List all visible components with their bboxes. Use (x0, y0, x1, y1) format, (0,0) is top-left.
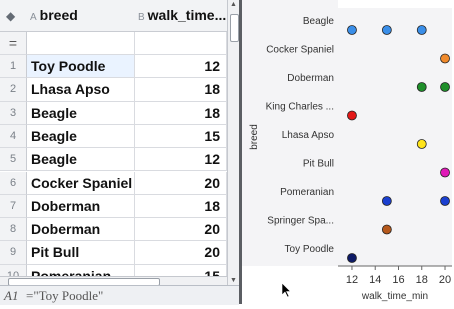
breed-cell[interactable]: Beagle (27, 148, 135, 172)
row-number[interactable]: 6 (0, 171, 27, 195)
category-label: King Charles ... (266, 102, 334, 113)
formula-cell-a[interactable] (27, 32, 135, 55)
x-tick-label: 16 (392, 274, 404, 286)
category-label: Pit Bull (303, 159, 334, 170)
formula-row-marker: = (0, 32, 27, 55)
x-tick-label: 18 (416, 274, 428, 286)
spreadsheet[interactable]: ◆ Abreed Bwalk_time... = 1 Toy Poodle 12 2 L… (0, 0, 228, 285)
sheet-corner[interactable]: ◆ (0, 0, 28, 32)
data-point (440, 53, 450, 64)
x-axis-label: walk_time_min (361, 291, 428, 302)
row-number[interactable]: 9 (0, 241, 27, 265)
breed-cell[interactable]: Beagle (27, 124, 135, 149)
data-point (381, 25, 392, 35)
data-point (381, 224, 392, 235)
walk-time-cell[interactable]: 12 (135, 148, 227, 172)
dot-plot[interactable]: Beagle Cocker Spaniel Doberman King Charles… (242, 0, 454, 304)
row-number[interactable]: 1 (0, 55, 27, 79)
category-label: Doberman (287, 73, 334, 84)
walk-time-cell[interactable]: 18 (135, 78, 227, 102)
walk-time-cell[interactable]: 20 (135, 171, 227, 195)
data-point (347, 25, 357, 35)
breed-cell[interactable]: Toy Poodle (27, 55, 135, 79)
breed-cell[interactable]: Doberman (27, 218, 135, 242)
column-header-a[interactable]: Abreed (27, 0, 136, 32)
row-number[interactable]: 5 (0, 148, 27, 172)
x-tick-label: 14 (369, 274, 381, 286)
cell-reference: A1 (4, 288, 19, 303)
category-label: Cocker Spaniel (266, 45, 334, 56)
plot-area (338, 8, 452, 266)
walk-time-cell[interactable]: 12 (135, 55, 227, 79)
column-header-b[interactable]: Bwalk_time... (135, 0, 227, 32)
data-point (440, 82, 450, 92)
mouse-pointer-icon (281, 282, 292, 298)
breed-cell[interactable]: Cocker Spaniel (27, 171, 135, 195)
data-point (440, 196, 450, 206)
walk-time-cell[interactable]: 20 (135, 241, 227, 265)
category-label: Pomeranian (280, 187, 334, 198)
data-point (381, 196, 392, 206)
formula-cell-b[interactable] (135, 32, 227, 55)
breed-cell[interactable]: Pit Bull (27, 241, 135, 265)
x-tick-label: 20 (439, 274, 451, 286)
data-point (347, 110, 357, 121)
walk-time-cell[interactable]: 15 (135, 124, 227, 149)
row-number[interactable]: 4 (0, 124, 27, 149)
row-number[interactable]: 2 (0, 78, 27, 102)
walk-time-cell[interactable]: 18 (135, 194, 227, 219)
data-point (440, 167, 450, 178)
scroll-up-icon[interactable]: ▲ (230, 1, 237, 8)
diamond-icon: ◆ (6, 9, 16, 23)
breed-cell[interactable]: Lhasa Apso (27, 78, 135, 102)
data-point (416, 139, 427, 149)
y-axis-label: breed (249, 124, 260, 150)
data-point (347, 253, 357, 263)
category-label: Lhasa Apso (282, 130, 335, 141)
scroll-thumb[interactable] (230, 14, 239, 42)
column-letter: B (138, 12, 145, 23)
x-tick-label: 12 (346, 274, 358, 286)
dot-plot-panel[interactable]: Beagle Cocker Spaniel Doberman King Charles… (242, 0, 454, 304)
category-label: Springer Spa... (267, 216, 334, 227)
category-label: Toy Poodle (285, 244, 335, 255)
data-point (416, 25, 427, 35)
row-number[interactable]: 7 (0, 194, 27, 219)
category-label: Beagle (303, 16, 335, 27)
data-point (416, 82, 427, 92)
column-letter: A (30, 12, 37, 23)
formula-text[interactable]: ="Toy Poodle" (26, 288, 103, 304)
walk-time-cell[interactable]: 20 (135, 218, 227, 242)
scroll-down-icon[interactable]: ▼ (230, 277, 237, 284)
column-name: walk_time... (147, 7, 227, 23)
walk-time-cell[interactable]: 18 (135, 101, 227, 125)
row-number[interactable]: 8 (0, 218, 27, 242)
column-name: breed (39, 7, 78, 23)
formula-bar[interactable]: A1 ="Toy Poodle" (0, 285, 239, 305)
breed-cell[interactable]: Beagle (27, 101, 135, 125)
breed-cell[interactable]: Doberman (27, 194, 135, 219)
row-number[interactable]: 3 (0, 101, 27, 125)
